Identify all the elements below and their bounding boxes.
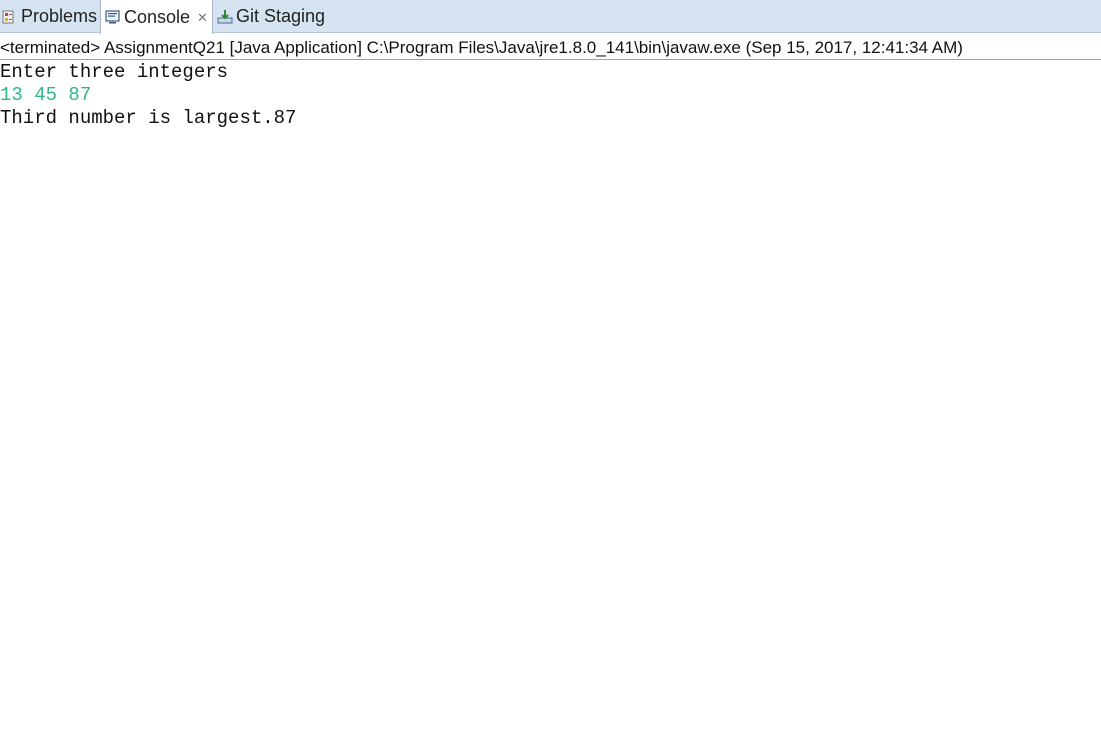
- tab-console[interactable]: Console ✕: [100, 0, 213, 34]
- console-line: Enter three integers: [0, 61, 229, 83]
- tab-problems[interactable]: Problems: [0, 0, 99, 33]
- console-output[interactable]: Enter three integers 13 45 87 Third numb…: [0, 61, 1101, 130]
- problems-icon: [2, 9, 18, 25]
- tab-git-staging[interactable]: Git Staging: [215, 0, 335, 33]
- console-line: Third number is largest.87: [0, 107, 297, 129]
- process-status-line: <terminated> AssignmentQ21 [Java Applica…: [0, 38, 963, 57]
- console-line-user-input: 13 45 87: [0, 84, 92, 106]
- divider: [0, 59, 1101, 60]
- view-tab-bar: Problems Console ✕ Git Staging: [0, 0, 1101, 34]
- close-icon[interactable]: ✕: [197, 11, 208, 24]
- git-staging-icon: [217, 9, 233, 25]
- tab-problems-label: Problems: [21, 6, 98, 26]
- tab-git-staging-label: Git Staging: [236, 6, 326, 26]
- console-icon: [105, 9, 121, 25]
- tab-console-label: Console: [124, 6, 191, 27]
